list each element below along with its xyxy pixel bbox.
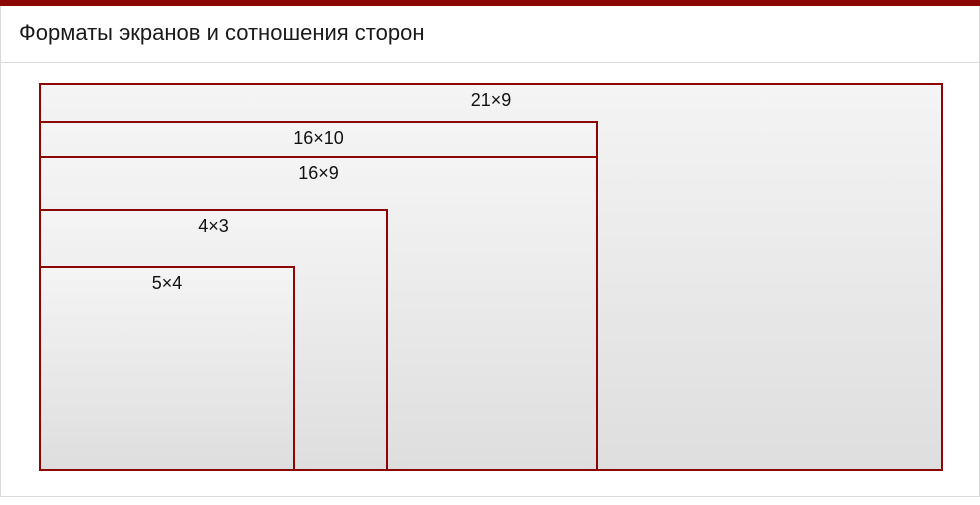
page-title: Форматы экранов и сотношения сторон xyxy=(0,6,980,63)
diagram-area: 21×9 16×10 16×9 4×3 5×4 xyxy=(0,63,980,497)
ratio-canvas: 21×9 16×10 16×9 4×3 5×4 xyxy=(39,83,943,471)
ratio-box-5x4: 5×4 xyxy=(39,266,295,471)
